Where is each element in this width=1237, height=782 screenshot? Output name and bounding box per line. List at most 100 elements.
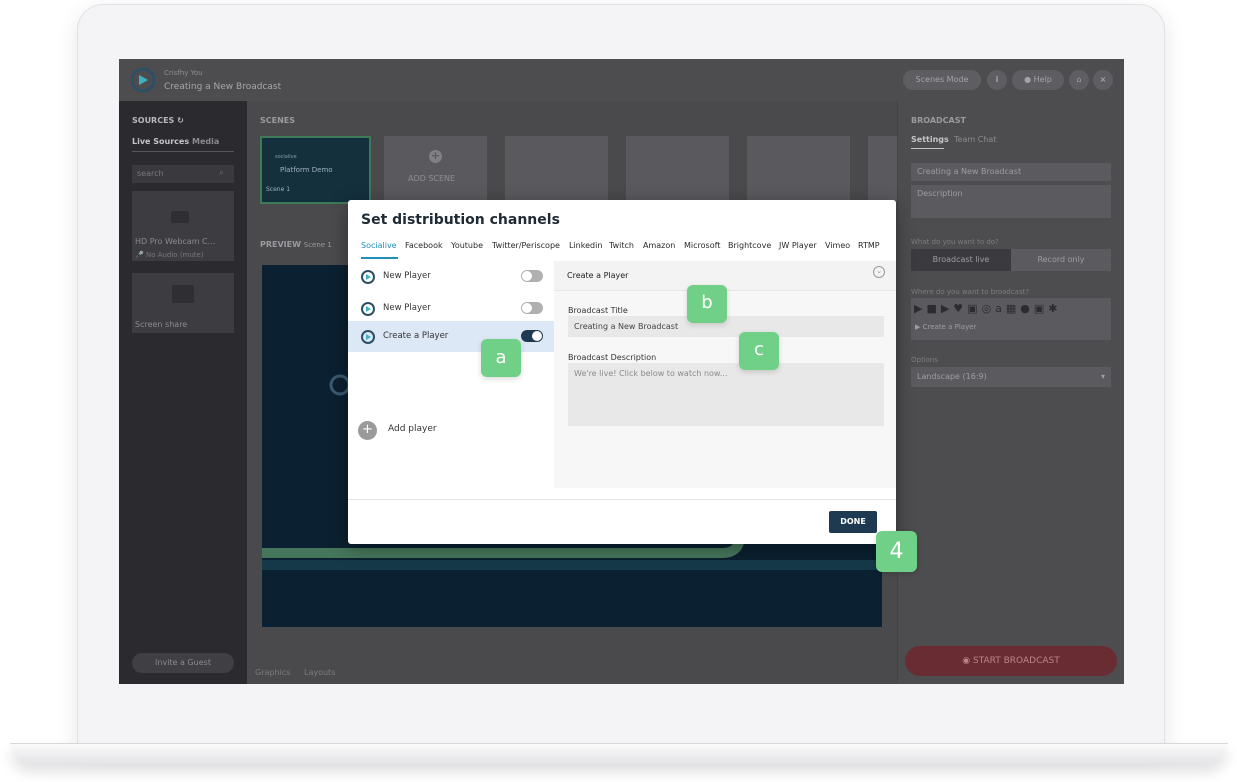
tab-microsoft[interactable]: Microsoft bbox=[684, 241, 720, 250]
search-icon: ⌕ bbox=[219, 168, 225, 178]
scene-name: Scene 1 bbox=[266, 186, 291, 193]
tab-divider bbox=[132, 151, 234, 152]
close-icon[interactable]: × bbox=[1093, 70, 1113, 90]
tab-twitch[interactable]: Twitch bbox=[609, 241, 634, 250]
tab-linkedin[interactable]: Linkedin bbox=[569, 241, 602, 250]
screen-share-label: Screen share bbox=[135, 320, 188, 329]
dialog-title: Set distribution channels bbox=[361, 212, 560, 228]
players-list: New Player New Player Create a Player + … bbox=[348, 261, 555, 488]
broadcast-panel: BROADCAST Settings Team Chat Creating a … bbox=[897, 101, 1124, 684]
tab-rtmp[interactable]: RTMP bbox=[858, 241, 880, 250]
settings-underline bbox=[911, 148, 944, 149]
webcam-label: HD Pro Webcam C... bbox=[135, 237, 216, 246]
tab-vimeo[interactable]: Vimeo bbox=[825, 241, 850, 250]
image-icon bbox=[172, 285, 194, 303]
add-player-icon[interactable]: + bbox=[358, 421, 377, 440]
channel-picker: ▶■▶♥▣◎a▦●▣✱ ▶ Create a Player bbox=[911, 298, 1111, 340]
tab-live-sources[interactable]: Live Sources bbox=[132, 137, 189, 146]
empty-scene-slot[interactable] bbox=[505, 136, 608, 202]
tab-twitter-periscope[interactable]: Twitter/Periscope bbox=[492, 241, 560, 250]
tab-socialive[interactable]: Socialive bbox=[361, 241, 397, 250]
channel-icons[interactable]: ▶■▶♥▣◎a▦●▣✱ bbox=[914, 302, 1062, 315]
layouts-tab[interactable]: Layouts bbox=[304, 668, 335, 677]
callout-a: a bbox=[481, 339, 521, 377]
laptop-base bbox=[10, 743, 1228, 764]
webcam-source-card[interactable]: HD Pro Webcam C... 🎤 No Audio (mute) bbox=[132, 191, 234, 261]
tab-settings[interactable]: Settings bbox=[911, 135, 949, 144]
top-bar: Crisfhy You Creating a New Broadcast Sce… bbox=[119, 59, 1124, 102]
description-field[interactable]: Description bbox=[911, 185, 1111, 218]
socialive-icon bbox=[361, 302, 375, 316]
audio-label: 🎤 No Audio (mute) bbox=[135, 251, 204, 259]
sources-sidebar: SOURCES ↻ Live Sources Media search ⌕ HD… bbox=[119, 101, 247, 684]
screen-share-card[interactable]: Screen share bbox=[132, 273, 234, 333]
where-label: Where do you want to broadcast? bbox=[911, 288, 1030, 296]
options-label: Options bbox=[911, 356, 939, 364]
socialive-icon bbox=[361, 330, 375, 344]
tab-jw-player[interactable]: JW Player bbox=[779, 241, 817, 250]
player-label: New Player bbox=[383, 271, 431, 281]
refresh-icon[interactable]: ↻ bbox=[177, 116, 184, 125]
record-only-option[interactable]: Record only bbox=[1011, 249, 1111, 271]
tab-brightcove[interactable]: Brightcove bbox=[728, 241, 771, 250]
player-label: New Player bbox=[383, 303, 431, 313]
info-button[interactable]: i bbox=[987, 70, 1007, 90]
tab-media[interactable]: Media bbox=[192, 137, 219, 146]
add-scene-tile[interactable]: + ADD SCENE bbox=[384, 136, 487, 202]
callout-c: c bbox=[739, 332, 779, 370]
footer-divider bbox=[348, 499, 896, 500]
home-icon[interactable]: ⌂ bbox=[1069, 70, 1089, 90]
add-scene-label: ADD SCENE bbox=[408, 174, 456, 183]
user-name: Crisfhy You bbox=[164, 69, 203, 77]
broadcast-live-option[interactable]: Broadcast live bbox=[911, 249, 1011, 271]
player-toggle[interactable] bbox=[521, 302, 543, 314]
callout-b: b bbox=[687, 285, 727, 323]
tab-youtube[interactable]: Youtube bbox=[451, 241, 483, 250]
socialive-logo bbox=[131, 68, 155, 92]
broadcast-title-field[interactable]: Creating a New Broadcast bbox=[911, 163, 1111, 181]
player-row-selected[interactable]: Create a Player bbox=[348, 321, 554, 352]
scene-brand: socialive bbox=[275, 154, 297, 160]
broadcast-title-label: Broadcast Title bbox=[568, 306, 628, 315]
empty-scene-slot[interactable] bbox=[626, 136, 729, 202]
start-broadcast-button[interactable]: ◉ START BROADCAST bbox=[905, 646, 1117, 676]
active-tab-underline bbox=[361, 257, 398, 259]
orientation-select[interactable]: Landscape (16:9) ▾ bbox=[911, 367, 1111, 387]
sources-heading: SOURCES ↻ bbox=[132, 116, 184, 125]
empty-scene-slot[interactable] bbox=[868, 136, 897, 202]
scenes-heading: SCENES bbox=[260, 116, 296, 125]
scene-title: Platform Demo bbox=[280, 166, 333, 174]
callout-step-4: 4 bbox=[876, 531, 917, 572]
distribution-channels-dialog: Set distribution channels Socialive Face… bbox=[348, 200, 896, 544]
form-header-label: Create a Player bbox=[567, 271, 629, 280]
done-button[interactable]: DONE bbox=[829, 511, 877, 533]
chevron-down-icon[interactable]: ⌄ bbox=[873, 266, 885, 278]
invite-guest-button[interactable]: Invite a Guest bbox=[132, 653, 234, 673]
scene-1-thumbnail[interactable]: socialive Platform Demo Scene 1 bbox=[260, 136, 371, 204]
broadcast-heading: BROADCAST bbox=[911, 116, 966, 125]
scenes-mode-button[interactable]: Scenes Mode bbox=[903, 70, 981, 90]
tab-team-chat[interactable]: Team Chat bbox=[954, 135, 996, 144]
broadcast-title: Creating a New Broadcast bbox=[164, 82, 282, 92]
player-row[interactable]: New Player bbox=[348, 261, 554, 292]
player-toggle[interactable] bbox=[521, 270, 543, 282]
player-tag: ▶ Create a Player bbox=[915, 323, 977, 331]
tab-facebook[interactable]: Facebook bbox=[405, 241, 443, 250]
what-label: What do you want to do? bbox=[911, 238, 999, 246]
graphics-tab[interactable]: Graphics bbox=[255, 668, 290, 677]
help-button[interactable]: ● Help bbox=[1012, 70, 1064, 90]
player-row[interactable]: New Player bbox=[348, 293, 554, 324]
camera-icon bbox=[171, 211, 189, 223]
broadcast-icon: ◉ bbox=[962, 656, 973, 666]
add-player-link[interactable]: Add player bbox=[388, 424, 437, 434]
empty-scene-slot[interactable] bbox=[747, 136, 850, 202]
preview-label: PREVIEW Scene 1 bbox=[260, 240, 332, 249]
player-toggle-on[interactable] bbox=[521, 330, 543, 342]
tab-amazon[interactable]: Amazon bbox=[643, 241, 675, 250]
help-label: Help bbox=[1033, 75, 1052, 84]
add-scene-icon: + bbox=[429, 149, 442, 163]
socialive-icon bbox=[361, 270, 375, 284]
help-icon: ● bbox=[1024, 75, 1034, 84]
chevron-down-icon: ▾ bbox=[1100, 372, 1105, 381]
broadcast-description-input[interactable]: We're live! Click below to watch now... bbox=[568, 363, 884, 426]
